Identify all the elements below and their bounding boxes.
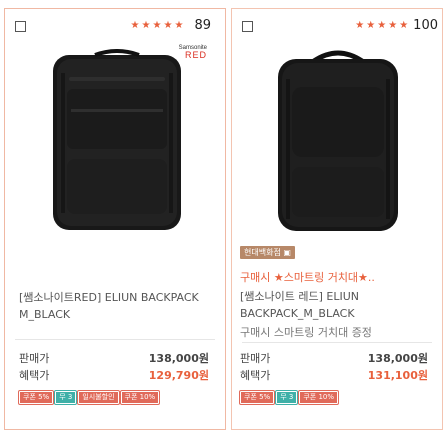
product-card[interactable]: ★ ★ ★ ★ ★ 100 현대백화점 ▣ 구매시 ★스마트링 거치대★.. [… [231, 8, 443, 430]
rating-count: 100 [413, 18, 438, 33]
star-icon: ★ [130, 20, 140, 31]
star-icon: ★ [163, 20, 173, 31]
rating: ★ ★ ★ ★ ★ 100 [354, 18, 438, 33]
star-icon: ★ [399, 20, 409, 31]
product-subtitle: 구매시 스마트링 거치대 증정 [240, 326, 372, 339]
coupon-badge: 쿠폰 10% [119, 390, 161, 405]
coupon-badge: 쿠폰 5% [17, 390, 55, 405]
star-rating: ★ ★ ★ ★ ★ [354, 19, 409, 32]
product-name[interactable]: [쌤소나이트RED] ELIUN BACKPACK M_BLACK [19, 289, 209, 323]
price-value: 138,000원 [367, 352, 428, 365]
select-checkbox[interactable] [242, 21, 253, 32]
select-checkbox[interactable] [15, 21, 26, 32]
price-label: 판매가 [19, 352, 50, 365]
coupon-badge: 일시불할인 [77, 390, 120, 405]
star-icon: ★ [141, 20, 151, 31]
star-icon: ★ [388, 20, 398, 31]
promo-text[interactable]: 구매시 ★스마트링 거치대★.. [240, 269, 375, 285]
price-value: 138,000원 [148, 352, 209, 365]
benefit-price-label: 혜택가 [240, 369, 271, 382]
benefit-price-row: 혜택가 131,100원 [240, 367, 428, 383]
store-badge: 현대백화점 ▣ [240, 246, 295, 259]
price-row: 판매가 138,000원 [240, 350, 428, 366]
star-icon: ★ [174, 20, 184, 31]
coupon-badge: 쿠폰 10% [298, 390, 340, 405]
product-image[interactable] [47, 49, 187, 234]
product-image[interactable] [274, 49, 402, 234]
coupon-badges: 쿠폰 5% 무 3 쿠폰 10% [238, 390, 340, 405]
star-icon: ★ [377, 20, 387, 31]
coupon-badge: 무 3 [54, 390, 78, 405]
product-name[interactable]: [쌤소나이트 레드] ELIUN BACKPACK_M_BLACK [240, 288, 436, 322]
benefit-price-value: 129,790원 [148, 369, 209, 382]
benefit-price-value: 131,100원 [367, 369, 428, 382]
product-card[interactable]: ★ ★ ★ ★ ★ 89 Samsonite RED [쌤소나이트RED] EL… [4, 8, 226, 430]
divider [242, 342, 432, 343]
price-label: 판매가 [240, 352, 271, 365]
benefit-price-label: 혜택가 [19, 369, 50, 382]
coupon-badge: 쿠폰 5% [238, 390, 276, 405]
star-rating: ★ ★ ★ ★ ★ [129, 19, 184, 32]
coupon-badge: 무 3 [275, 390, 299, 405]
star-icon: ★ [355, 20, 365, 31]
star-icon: ★ [152, 20, 162, 31]
price-row: 판매가 138,000원 [19, 350, 209, 366]
star-icon: ★ [366, 20, 376, 31]
divider [15, 339, 215, 340]
rating: ★ ★ ★ ★ ★ 89 [129, 18, 211, 33]
rating-count: 89 [194, 18, 211, 33]
benefit-price-row: 혜택가 129,790원 [19, 367, 209, 383]
coupon-badges: 쿠폰 5% 무 3 일시불할인 쿠폰 10% [17, 390, 161, 405]
